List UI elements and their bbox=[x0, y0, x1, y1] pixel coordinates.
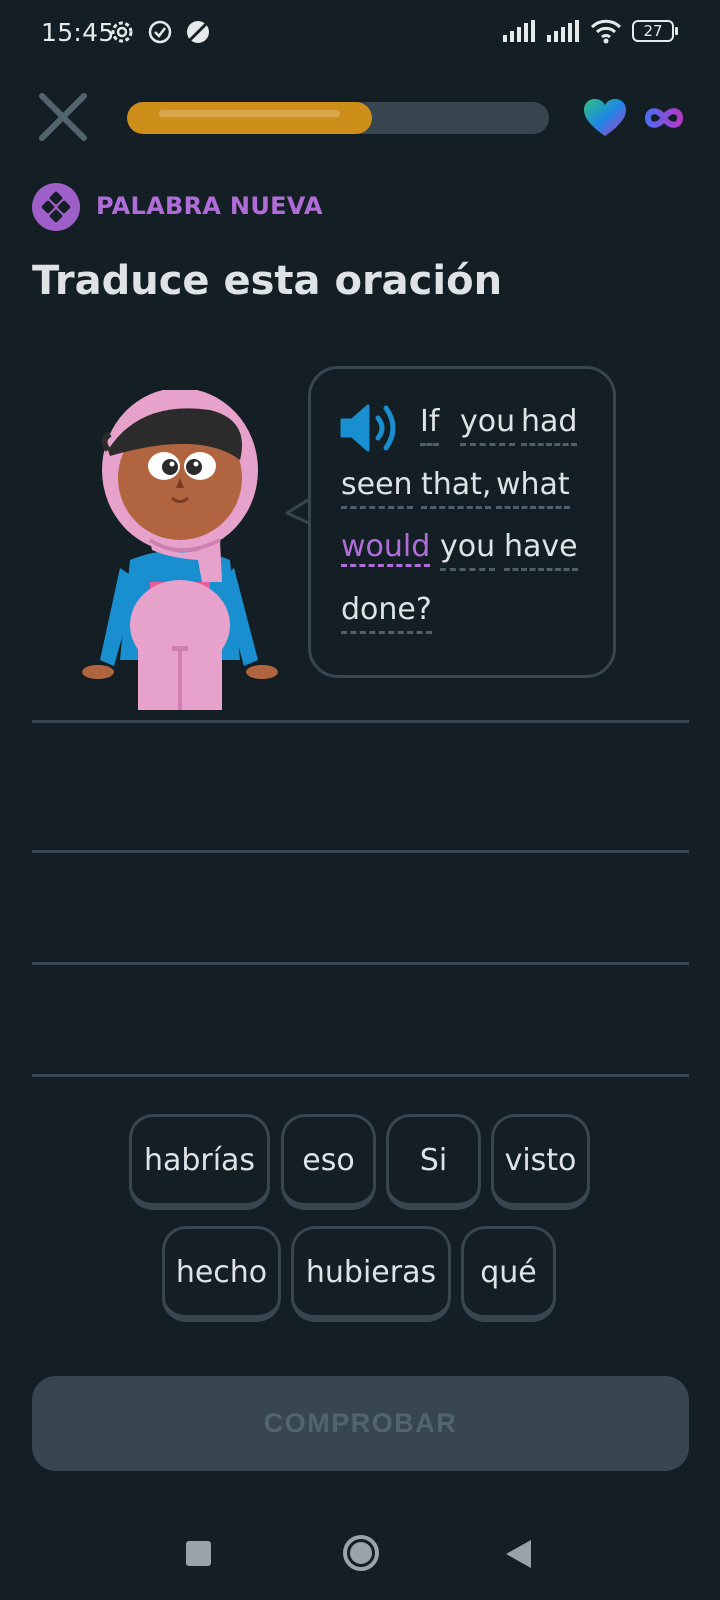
close-icon[interactable] bbox=[38, 92, 88, 142]
speaker-icon[interactable] bbox=[340, 400, 404, 456]
infinity-icon bbox=[644, 108, 684, 128]
settings-gear-icon bbox=[111, 21, 133, 43]
lesson-progress-bar bbox=[127, 102, 549, 134]
status-icons-left bbox=[108, 18, 212, 46]
status-time: 15:45 bbox=[41, 18, 115, 47]
word-chip[interactable]: Si bbox=[386, 1114, 481, 1210]
heart-icon[interactable] bbox=[583, 98, 627, 138]
wifi-icon bbox=[590, 19, 622, 44]
page-title: Traduce esta oración bbox=[32, 258, 503, 304]
word-chip[interactable]: eso bbox=[281, 1114, 376, 1210]
progress-shine bbox=[159, 110, 340, 117]
check-button[interactable]: COMPROBAR bbox=[32, 1376, 689, 1471]
signal-icon bbox=[503, 20, 535, 42]
check-button-label: COMPROBAR bbox=[263, 1408, 458, 1438]
prompt-word[interactable]: done? bbox=[341, 592, 432, 634]
home-icon[interactable] bbox=[342, 1534, 380, 1572]
new-word-label: PALABRA NUEVA bbox=[96, 192, 323, 220]
word-chip[interactable]: visto bbox=[491, 1114, 590, 1210]
word-chip[interactable]: qué bbox=[461, 1226, 556, 1322]
signal-icon bbox=[547, 20, 579, 42]
back-icon[interactable] bbox=[503, 1538, 533, 1570]
answer-line[interactable] bbox=[32, 1074, 689, 1077]
word-chip[interactable]: habrías bbox=[129, 1114, 270, 1210]
lesson-progress-fill bbox=[127, 102, 372, 134]
answer-line[interactable] bbox=[32, 850, 689, 853]
status-icons-right: 27 bbox=[502, 18, 678, 44]
check-circle-icon bbox=[148, 20, 172, 44]
prompt-word[interactable]: had bbox=[521, 404, 578, 446]
prompt-word[interactable]: If bbox=[420, 404, 440, 446]
speech-bubble-tail bbox=[285, 497, 309, 525]
character-illustration bbox=[82, 390, 278, 710]
prompt-word[interactable]: have bbox=[504, 529, 578, 571]
prompt-word[interactable]: you bbox=[440, 529, 496, 571]
prompt-word[interactable]: you bbox=[460, 404, 516, 446]
new-word-icon bbox=[32, 183, 80, 231]
word-chip[interactable]: hubieras bbox=[291, 1226, 451, 1322]
data-saver-icon bbox=[187, 21, 209, 43]
word-chip[interactable]: hecho bbox=[162, 1226, 281, 1322]
prompt-word[interactable]: seen bbox=[341, 467, 413, 509]
recents-icon[interactable] bbox=[186, 1541, 211, 1566]
prompt-word-highlighted[interactable]: would bbox=[341, 529, 431, 567]
battery-icon: 27 bbox=[632, 20, 678, 42]
prompt-word[interactable]: what bbox=[496, 467, 570, 509]
answer-area-top-line bbox=[32, 720, 689, 723]
prompt-word[interactable]: that, bbox=[421, 467, 492, 509]
answer-line[interactable] bbox=[32, 962, 689, 965]
